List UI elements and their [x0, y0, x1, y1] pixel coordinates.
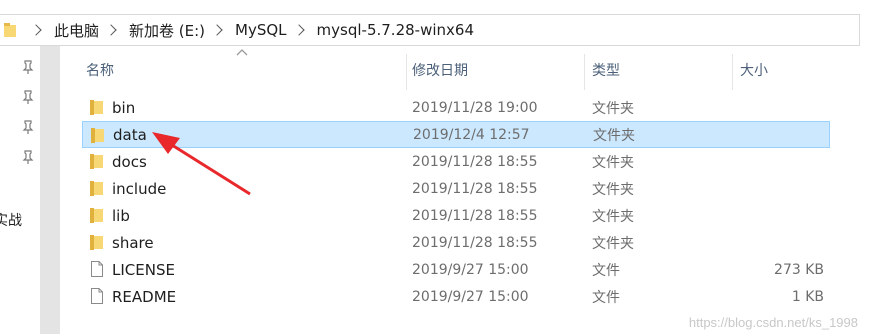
file-type: 文件夹 [592, 208, 634, 225]
column-header-modified[interactable]: 修改日期 [412, 60, 468, 80]
file-type: 文件夹 [592, 154, 634, 171]
file-name: LICENSE [112, 260, 175, 279]
file-row[interactable]: bin 2019/11/28 19:00 文件夹 [82, 94, 830, 121]
breadcrumb-item-drive[interactable]: 新加卷 (E:) [129, 20, 205, 41]
file-row[interactable]: share 2019/11/28 18:55 文件夹 [82, 229, 830, 256]
pin-icon[interactable] [22, 120, 34, 134]
file-name: README [112, 287, 177, 306]
column-divider[interactable] [732, 54, 733, 90]
folder-icon [90, 100, 103, 115]
chevron-right-icon[interactable] [30, 24, 42, 36]
file-type: 文件夹 [592, 100, 634, 117]
chevron-right-icon[interactable] [292, 24, 305, 36]
folder-icon [90, 154, 103, 169]
file-modified: 2019/9/27 15:00 [412, 288, 529, 305]
file-size: 1 KB [791, 288, 824, 305]
pin-icon[interactable] [22, 60, 34, 74]
file-icon [91, 261, 103, 277]
file-modified: 2019/9/27 15:00 [412, 261, 529, 278]
annotation-arrow-icon [152, 132, 251, 196]
column-divider[interactable] [584, 54, 585, 90]
address-bar[interactable]: 此电脑 新加卷 (E:) MySQL mysql-5.7.28-winx64 [0, 14, 860, 46]
column-header-name[interactable]: 名称 [86, 60, 114, 80]
file-type: 文件 [592, 289, 620, 306]
column-headers: 名称 修改日期 类型 大小 [60, 46, 860, 92]
file-name: share [112, 233, 154, 252]
file-type: 文件夹 [592, 235, 634, 252]
file-modified: 2019/11/28 18:55 [412, 180, 538, 197]
chevron-right-icon[interactable] [105, 24, 117, 36]
nav-scrollbar[interactable] [40, 46, 60, 334]
file-modified: 2019/11/28 18:55 [412, 153, 538, 170]
file-icon [91, 288, 103, 304]
folder-icon [4, 23, 16, 37]
file-list: bin 2019/11/28 19:00 文件夹 data 2019/12/4 12:5… [82, 94, 830, 310]
nav-item-label[interactable]: 实战 [0, 210, 22, 230]
file-name: docs [112, 152, 147, 171]
file-type: 文件夹 [593, 127, 635, 144]
folder-icon [90, 235, 103, 250]
file-modified: 2019/11/28 18:55 [412, 234, 538, 251]
file-name: bin [112, 98, 136, 117]
breadcrumb: 此电脑 新加卷 (E:) MySQL mysql-5.7.28-winx64 [24, 15, 474, 45]
breadcrumb-item-current[interactable]: mysql-5.7.28-winx64 [317, 21, 474, 39]
file-modified: 2019/11/28 19:00 [412, 99, 538, 116]
file-row[interactable]: README 2019/9/27 15:00 文件 1 KB [82, 283, 830, 310]
file-modified: 2019/12/4 12:57 [413, 126, 530, 143]
watermark: https://blog.csdn.net/ks_1998 [688, 315, 858, 330]
file-type: 文件夹 [592, 181, 634, 198]
file-name: lib [112, 206, 130, 225]
column-divider[interactable] [406, 54, 407, 90]
column-header-size[interactable]: 大小 [740, 60, 768, 80]
pin-icon[interactable] [22, 150, 34, 164]
pin-icon[interactable] [22, 90, 34, 104]
breadcrumb-item-mysql[interactable]: MySQL [235, 21, 287, 39]
file-modified: 2019/11/28 18:55 [412, 207, 538, 224]
folder-icon [91, 128, 104, 143]
file-row[interactable]: lib 2019/11/28 18:55 文件夹 [82, 202, 830, 229]
file-size: 273 KB [774, 261, 824, 278]
navigation-pane: 实战 [0, 46, 60, 334]
file-name: data [113, 125, 147, 144]
sort-ascending-icon [236, 49, 248, 56]
chevron-right-icon[interactable] [211, 24, 223, 36]
folder-icon [90, 208, 103, 223]
folder-icon [90, 181, 103, 196]
breadcrumb-item-this-pc[interactable]: 此电脑 [54, 20, 99, 41]
file-type: 文件 [592, 262, 620, 279]
column-header-type[interactable]: 类型 [592, 60, 620, 80]
file-row[interactable]: LICENSE 2019/9/27 15:00 文件 273 KB [82, 256, 830, 283]
